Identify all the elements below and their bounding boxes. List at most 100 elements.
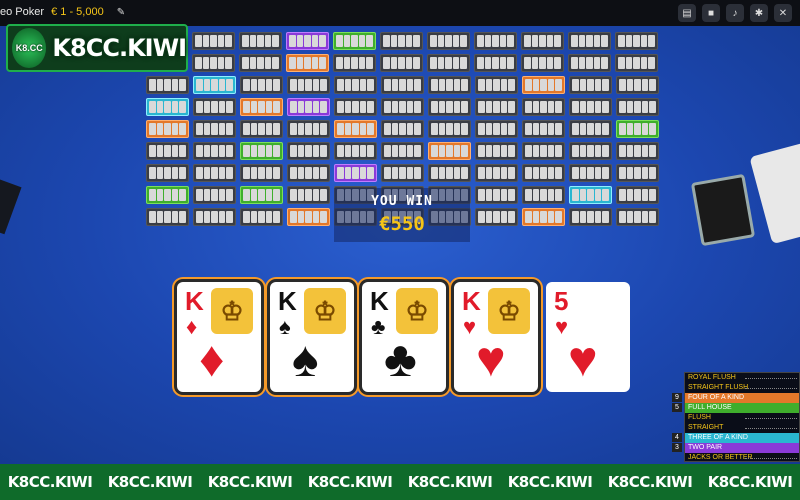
mini-hand	[616, 76, 659, 94]
pin-icon[interactable]: ✎	[117, 7, 125, 18]
mini-card	[626, 101, 634, 113]
mini-card	[258, 167, 265, 179]
settings-icon[interactable]: ✱	[750, 4, 768, 22]
chat-icon[interactable]: ▤	[678, 4, 696, 22]
mini-card	[297, 167, 305, 179]
mini-card	[352, 123, 359, 135]
mini-card	[453, 145, 461, 157]
game-name: eo Poker	[0, 6, 45, 18]
mini-card	[572, 123, 579, 135]
mini-hand	[286, 32, 329, 50]
mini-card	[547, 79, 555, 91]
mini-card	[218, 167, 226, 179]
mini-card	[312, 167, 320, 179]
mini-card	[305, 167, 312, 179]
mini-card	[555, 189, 562, 201]
mini-hand	[616, 98, 659, 116]
mini-card	[572, 145, 579, 157]
mini-card	[203, 79, 211, 91]
mini-card	[320, 189, 327, 201]
mini-card	[547, 211, 555, 223]
mini-card	[594, 79, 602, 91]
mini-hand	[333, 54, 376, 72]
mini-card	[586, 35, 593, 47]
mini-card	[265, 189, 273, 201]
mini-hand	[193, 208, 236, 226]
mini-hand	[192, 32, 235, 50]
mini-card	[587, 123, 594, 135]
mini-card	[438, 79, 446, 91]
mini-card	[493, 145, 500, 157]
paytable-row: THREE OF A KIND	[685, 433, 799, 443]
mini-card	[243, 145, 250, 157]
mini-card	[625, 35, 633, 47]
banner-text: K8CC.KIWI	[107, 473, 193, 491]
mini-card	[265, 145, 273, 157]
paytable-leader	[745, 378, 797, 379]
sound-icon[interactable]: ♪	[726, 4, 744, 22]
mini-card	[540, 211, 547, 223]
paytable: ROYAL FLUSH STRAIGHT FLUSH FOUR OF A KIND F…	[684, 372, 800, 462]
mini-card	[390, 57, 398, 69]
mini-card	[485, 123, 493, 135]
mini-card	[602, 101, 609, 113]
mini-card	[210, 35, 217, 47]
mini-card	[571, 57, 578, 69]
mini-card	[243, 211, 250, 223]
mini-hand	[427, 32, 470, 50]
banner-text: K8CC.KIWI	[7, 473, 93, 491]
mini-card	[431, 101, 438, 113]
playing-card[interactable]: K ♥ ♥ ♔	[454, 282, 538, 392]
mini-card	[625, 57, 633, 69]
mini-card	[525, 79, 532, 91]
close-icon[interactable]: ✕	[774, 4, 792, 22]
mini-card	[149, 211, 156, 223]
mini-card	[296, 35, 304, 47]
mini-card	[399, 79, 406, 91]
mini-card	[532, 123, 540, 135]
mini-card	[211, 145, 218, 157]
mini-card	[156, 145, 164, 157]
mini-card	[211, 79, 218, 91]
mini-card	[452, 57, 460, 69]
banner-text: K8CC.KIWI	[307, 473, 393, 491]
banner-text: K8CC.KIWI	[507, 473, 593, 491]
mini-card	[304, 57, 311, 69]
mini-card	[478, 79, 485, 91]
mini-card	[619, 145, 626, 157]
paytable-row: FOUR OF A KIND	[685, 393, 799, 403]
mini-card	[196, 123, 203, 135]
mini-card	[525, 101, 532, 113]
mini-card	[156, 167, 164, 179]
mini-card	[587, 79, 594, 91]
mini-card	[602, 211, 609, 223]
mini-card	[203, 167, 211, 179]
playing-card[interactable]: K ♠ ♠ ♔	[270, 282, 354, 392]
mini-card	[438, 123, 446, 135]
mini-card	[305, 189, 312, 201]
mini-card	[156, 189, 164, 201]
playing-card[interactable]: 5 ♥ ♥	[546, 282, 630, 392]
mini-card	[273, 123, 280, 135]
mini-hand	[193, 164, 236, 182]
mini-card	[250, 101, 258, 113]
mini-hand	[381, 98, 424, 116]
mini-card	[587, 211, 594, 223]
mini-card	[391, 101, 399, 113]
mini-hand	[569, 120, 612, 138]
playing-card[interactable]: K ♣ ♣ ♔	[362, 282, 446, 392]
mini-card	[525, 211, 532, 223]
mini-card	[431, 145, 438, 157]
card-rank: 5	[554, 286, 569, 316]
mini-hand	[334, 98, 377, 116]
mini-card	[367, 101, 374, 113]
video-icon[interactable]: ■	[702, 4, 720, 22]
mini-hand	[287, 142, 330, 160]
mini-card	[594, 211, 602, 223]
mini-card	[218, 211, 226, 223]
mini-card	[626, 189, 634, 201]
mini-card	[202, 35, 210, 47]
playing-card[interactable]: K ♦ ♦ ♔	[177, 282, 261, 392]
mini-card	[438, 167, 446, 179]
mini-hand	[286, 54, 329, 72]
